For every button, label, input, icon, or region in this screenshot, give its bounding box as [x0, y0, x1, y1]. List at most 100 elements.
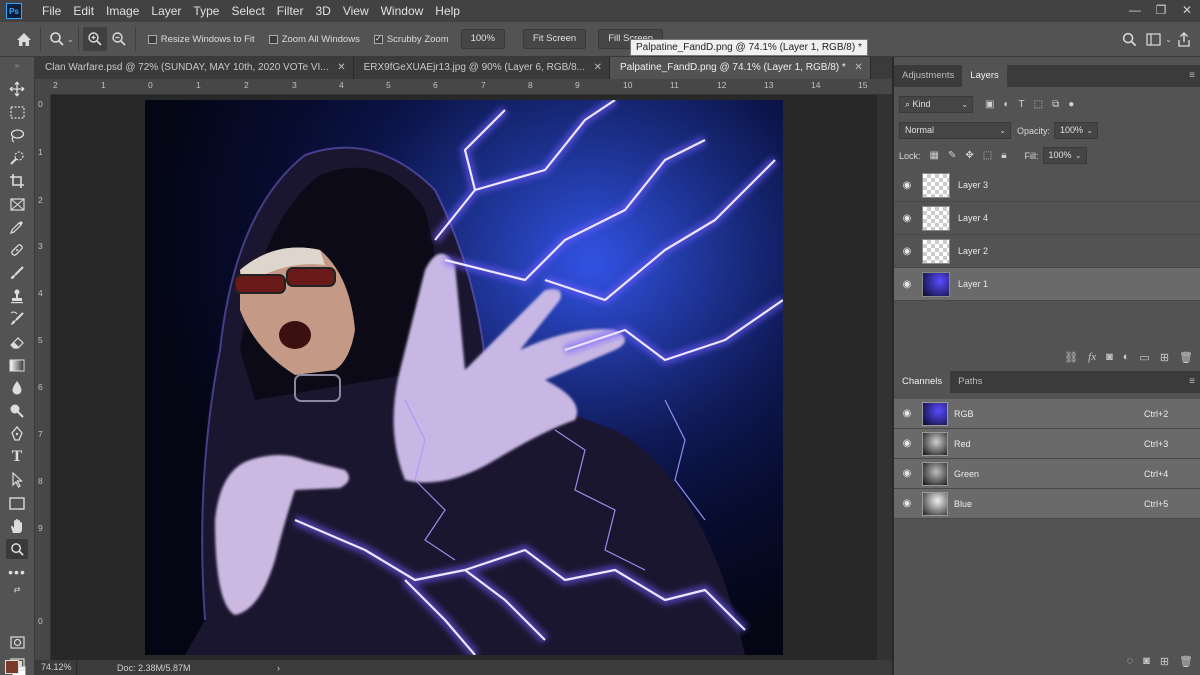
- frame-tool-icon[interactable]: [6, 194, 28, 214]
- eyedropper-tool-icon[interactable]: [6, 217, 28, 237]
- canvas-area[interactable]: [51, 95, 877, 660]
- layer-name[interactable]: Layer 2: [958, 246, 988, 256]
- tab-paths[interactable]: Paths: [950, 371, 990, 393]
- menu-help[interactable]: Help: [429, 0, 466, 22]
- crop-tool-icon[interactable]: [6, 171, 28, 191]
- visibility-eye-icon[interactable]: ◉: [894, 498, 920, 509]
- chevron-down-icon[interactable]: ⌄: [67, 35, 74, 44]
- opacity-input[interactable]: 100% ⌄: [1054, 122, 1099, 139]
- menu-window[interactable]: Window: [375, 0, 430, 22]
- share-icon[interactable]: [1172, 28, 1196, 52]
- adjustment-filter-icon[interactable]: ◐: [1003, 99, 1009, 110]
- brush-tool-icon[interactable]: [6, 263, 28, 283]
- save-selection-icon[interactable]: ◙: [1143, 655, 1150, 667]
- tab-layers[interactable]: Layers: [962, 65, 1007, 87]
- pixel-filter-icon[interactable]: ▣: [985, 99, 994, 110]
- layer-kind-filter[interactable]: ⌕ Kind ⌄: [899, 96, 973, 113]
- channel-row-blue[interactable]: ◉ Blue Ctrl+5: [894, 489, 1200, 519]
- zoom-100-button[interactable]: 100%: [460, 29, 505, 49]
- new-channel-icon[interactable]: ⊞: [1160, 655, 1169, 668]
- type-tool-icon[interactable]: T: [6, 447, 28, 467]
- visibility-eye-icon[interactable]: ◉: [894, 180, 920, 191]
- zoom-out-icon[interactable]: [107, 27, 131, 51]
- scrubby-zoom-checkbox[interactable]: ✓ Scrubby Zoom: [373, 34, 449, 45]
- zoom-in-icon[interactable]: [82, 27, 107, 51]
- type-filter-icon[interactable]: T: [1019, 99, 1025, 110]
- link-layers-icon[interactable]: ⛓: [1064, 351, 1078, 364]
- visibility-eye-icon[interactable]: ◉: [894, 408, 920, 419]
- visibility-eye-icon[interactable]: ◉: [894, 279, 920, 290]
- layer-style-icon[interactable]: fx: [1088, 351, 1096, 363]
- fill-input[interactable]: 100% ⌄: [1042, 147, 1087, 164]
- gradient-tool-icon[interactable]: [6, 355, 28, 375]
- close-button[interactable]: ✕: [1174, 0, 1200, 22]
- menu-type[interactable]: Type: [187, 0, 225, 22]
- photoshop-logo[interactable]: Ps: [6, 3, 22, 19]
- panel-menu-icon[interactable]: ≡: [1189, 70, 1195, 81]
- layer-row-layer-3[interactable]: ◉ Layer 3: [894, 169, 1200, 202]
- channel-row-green[interactable]: ◉ Green Ctrl+4: [894, 459, 1200, 489]
- zoom-tool-icon[interactable]: [6, 539, 28, 559]
- history-brush-tool-icon[interactable]: [6, 309, 28, 329]
- load-selection-icon[interactable]: ◌: [1127, 655, 1134, 667]
- status-menu-arrow-icon[interactable]: ›: [277, 663, 280, 673]
- minimize-button[interactable]: —: [1122, 0, 1148, 22]
- layer-name[interactable]: Layer 4: [958, 213, 988, 223]
- tab-clan-warfare[interactable]: Clan Warfare.psd @ 72% (SUNDAY, MAY 10th…: [35, 57, 354, 79]
- clone-stamp-tool-icon[interactable]: [6, 286, 28, 306]
- lock-artboard-icon[interactable]: ⬚: [983, 150, 992, 161]
- zoom-level-field[interactable]: 74.12%: [35, 660, 77, 675]
- tab-adjustments[interactable]: Adjustments: [894, 65, 962, 87]
- dodge-tool-icon[interactable]: [6, 401, 28, 421]
- toolbar-grip-icon[interactable]: »: [6, 61, 28, 70]
- layer-row-layer-2[interactable]: ◉ Layer 2: [894, 235, 1200, 268]
- visibility-eye-icon[interactable]: ◉: [894, 246, 920, 257]
- zoom-tool-preset-icon[interactable]: [45, 27, 69, 51]
- move-tool-icon[interactable]: [6, 79, 28, 99]
- menu-view[interactable]: View: [337, 0, 375, 22]
- adjustment-layer-icon[interactable]: ◐: [1123, 351, 1130, 363]
- menu-select[interactable]: Select: [225, 0, 270, 22]
- menu-layer[interactable]: Layer: [145, 0, 187, 22]
- checkbox-box[interactable]: [147, 34, 157, 44]
- channel-row-rgb[interactable]: ◉ RGB Ctrl+2: [894, 399, 1200, 429]
- menu-edit[interactable]: Edit: [67, 0, 100, 22]
- healing-brush-tool-icon[interactable]: [6, 240, 28, 260]
- checkbox-checked[interactable]: ✓: [373, 34, 383, 44]
- visibility-eye-icon[interactable]: ◉: [894, 213, 920, 224]
- shape-filter-icon[interactable]: ⬚: [1034, 99, 1043, 110]
- blur-tool-icon[interactable]: [6, 378, 28, 398]
- layer-row-layer-4[interactable]: ◉ Layer 4: [894, 202, 1200, 235]
- lock-all-icon[interactable]: 🔒︎: [1001, 150, 1006, 161]
- checkbox-box[interactable]: [268, 34, 278, 44]
- rectangle-tool-icon[interactable]: [6, 493, 28, 513]
- home-icon[interactable]: [12, 27, 36, 51]
- quick-mask-icon[interactable]: [6, 632, 28, 652]
- marquee-tool-icon[interactable]: [6, 102, 28, 122]
- workspace-icon[interactable]: [1141, 28, 1165, 52]
- horizontal-ruler[interactable]: 2 1 0 1 2 3 4 5 6 7 8 9 10 11 12 13 14 1…: [51, 79, 892, 95]
- tab-erx9fgexuaejr13[interactable]: ERX9fGeXUAEjr13.jpg @ 90% (Layer 6, RGB/…: [354, 57, 610, 79]
- document-artwork[interactable]: [145, 100, 783, 655]
- tab-channels[interactable]: Channels: [894, 371, 951, 393]
- menu-image[interactable]: Image: [100, 0, 145, 22]
- visibility-eye-icon[interactable]: ◉: [894, 438, 920, 449]
- lock-transparent-pixels-icon[interactable]: ▦: [930, 150, 939, 161]
- fit-screen-button[interactable]: Fit Screen: [522, 29, 587, 49]
- layer-name[interactable]: Layer 1: [958, 279, 988, 289]
- foreground-color-swatch[interactable]: [5, 660, 19, 674]
- vertical-scrollbar[interactable]: [877, 95, 892, 660]
- lock-position-icon[interactable]: ✥: [965, 150, 973, 161]
- zoom-all-windows-checkbox[interactable]: Zoom All Windows: [268, 34, 360, 45]
- smart-object-filter-icon[interactable]: ⧉: [1052, 99, 1059, 110]
- lock-image-pixels-icon[interactable]: ✎: [948, 150, 956, 161]
- restore-button[interactable]: ❐: [1148, 0, 1174, 22]
- eraser-tool-icon[interactable]: [6, 332, 28, 352]
- menu-filter[interactable]: Filter: [271, 0, 310, 22]
- close-icon[interactable]: ✕: [337, 57, 345, 79]
- menu-3d[interactable]: 3D: [309, 0, 336, 22]
- channel-row-red[interactable]: ◉ Red Ctrl+3: [894, 429, 1200, 459]
- menu-file[interactable]: File: [36, 0, 67, 22]
- hand-tool-icon[interactable]: [6, 516, 28, 536]
- new-layer-icon[interactable]: ⊞: [1160, 351, 1169, 364]
